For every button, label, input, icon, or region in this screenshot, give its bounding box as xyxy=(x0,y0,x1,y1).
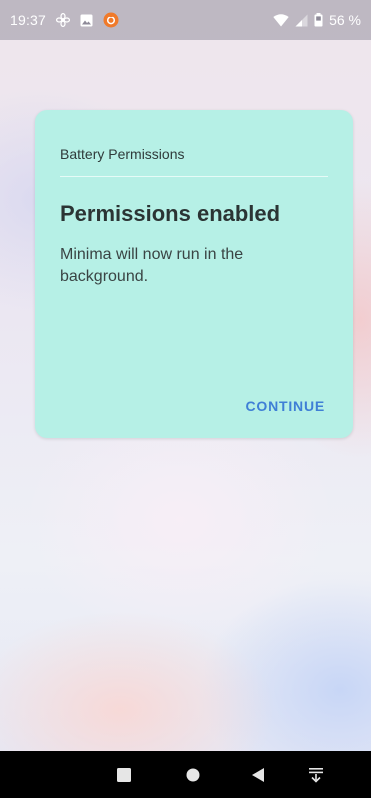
pull-down-icon xyxy=(309,768,323,783)
dialog-title: Permissions enabled xyxy=(60,201,281,226)
signal-icon xyxy=(295,14,308,27)
dialog-category: Battery Permissions xyxy=(60,146,185,162)
fan-icon xyxy=(56,13,71,27)
permissions-dialog: Battery Permissions Permissions enabled … xyxy=(35,110,353,438)
battery-percent: 56 % xyxy=(329,12,361,28)
dialog-divider xyxy=(60,176,328,177)
continue-button[interactable]: CONTINUE xyxy=(245,398,325,414)
app-notification-icon xyxy=(103,12,119,28)
status-right: 56 % xyxy=(273,12,361,28)
battery-icon xyxy=(314,13,323,27)
back-icon xyxy=(252,768,264,782)
recents-icon xyxy=(117,768,131,782)
navigation-bar xyxy=(0,751,371,798)
home-button[interactable] xyxy=(181,763,205,787)
notifications-pull-button[interactable] xyxy=(304,763,328,787)
status-time: 19:37 xyxy=(10,12,47,28)
back-button[interactable] xyxy=(246,763,270,787)
dialog-message: Minima will now run in the background. xyxy=(60,246,244,285)
status-bar: 19:37 56 % xyxy=(0,0,371,40)
home-icon xyxy=(186,768,200,782)
status-left: 19:37 xyxy=(10,12,119,28)
recents-button[interactable] xyxy=(112,763,136,787)
image-icon xyxy=(80,14,93,27)
wifi-icon xyxy=(273,13,289,27)
